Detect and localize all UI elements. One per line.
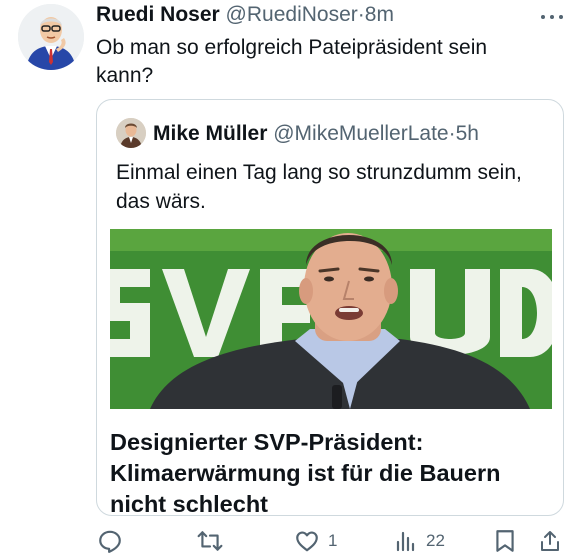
- like-count: 1: [328, 531, 338, 550]
- bookmark-button[interactable]: [494, 528, 516, 554]
- tweet-actions-bar: 1 22: [0, 522, 582, 557]
- author-avatar-illustration: [18, 4, 84, 70]
- retweet-icon: [197, 531, 223, 551]
- like-button[interactable]: 1: [294, 528, 337, 554]
- author-handle[interactable]: @RuediNoser: [226, 3, 358, 26]
- header-separator: ·: [357, 3, 365, 26]
- views-count: 22: [426, 531, 445, 550]
- quoted-author-handle[interactable]: @MikeMuellerLate: [273, 122, 448, 145]
- tweet-text: Ob man so erfolgreich Pateipräsident sei…: [96, 36, 488, 87]
- link-preview-headline[interactable]: Designierter SVP-Präsident: Klimaerwärmu…: [110, 427, 560, 515]
- quoted-header-separator: ·: [448, 122, 456, 145]
- more-icon-glyph: [541, 15, 563, 19]
- author-name[interactable]: Ruedi Noser: [96, 3, 220, 26]
- tweet-header: Ruedi Noser @RuediNoser·8m: [96, 3, 394, 27]
- more-icon[interactable]: [540, 4, 564, 24]
- like-icon: [296, 531, 318, 552]
- views-icon: [396, 531, 415, 552]
- link-preview-image[interactable]: [110, 229, 552, 409]
- bookmark-icon: [496, 530, 514, 552]
- tweet-timestamp[interactable]: 8m: [365, 3, 394, 26]
- reply-button[interactable]: [97, 528, 123, 554]
- views-button[interactable]: 22: [394, 528, 445, 554]
- link-preview-photo: [110, 229, 552, 409]
- quoted-tweet-text: Einmal einen Tag lang so strunzdumm sein…: [116, 161, 522, 213]
- quoted-author-avatar[interactable]: [116, 118, 146, 148]
- quoted-author-name[interactable]: Mike Müller: [153, 122, 267, 145]
- share-icon: [541, 531, 559, 551]
- author-avatar[interactable]: [18, 4, 84, 70]
- quoted-avatar-illustration: [116, 118, 146, 148]
- reply-icon: [99, 530, 121, 553]
- retweet-button[interactable]: [196, 528, 224, 554]
- quoted-tweet-card[interactable]: Mike Müller @MikeMuellerLate·5h Einmal e…: [96, 99, 564, 516]
- quoted-tweet-header: Mike Müller @MikeMuellerLate·5h: [153, 122, 479, 146]
- share-button[interactable]: [538, 528, 562, 554]
- quoted-tweet-timestamp[interactable]: 5h: [456, 122, 479, 145]
